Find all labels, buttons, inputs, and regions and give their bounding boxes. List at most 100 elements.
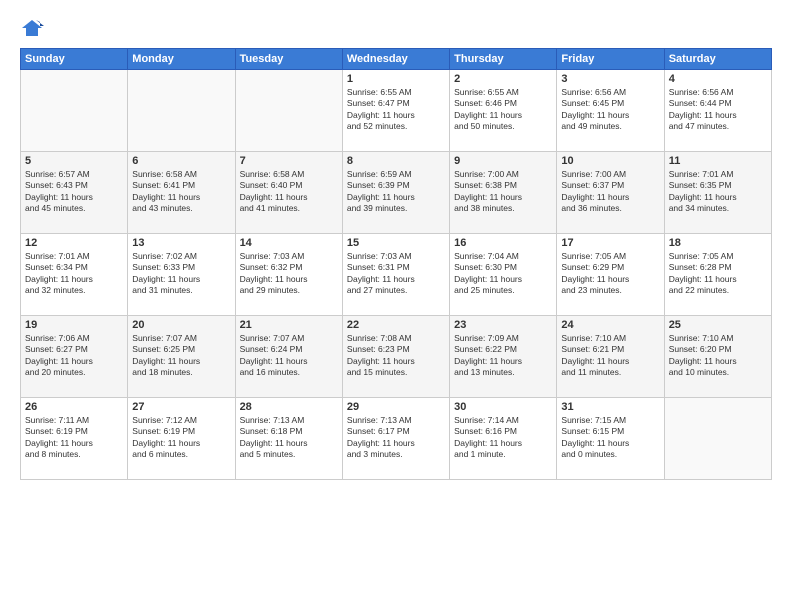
day-info: Sunrise: 7:14 AM Sunset: 6:16 PM Dayligh… <box>454 415 552 461</box>
calendar-cell: 15 Sunrise: 7:03 AM Sunset: 6:31 PM Dayli… <box>342 234 449 316</box>
day-number: 2 <box>454 73 552 85</box>
day-info: Sunrise: 7:01 AM Sunset: 6:34 PM Dayligh… <box>25 251 123 297</box>
calendar-cell: 24Sunrise: 7:10 AM Sunset: 6:21 PM Dayli… <box>557 316 664 398</box>
calendar-cell: 21 Sunrise: 7:07 AM Sunset: 6:24 PM Dayli… <box>235 316 342 398</box>
calendar-cell: 29Sunrise: 7:13 AM Sunset: 6:17 PM Dayli… <box>342 398 449 480</box>
day-number: 16 <box>454 237 552 249</box>
calendar-cell: 31 Sunrise: 7:15 AM Sunset: 6:15 PM Dayli… <box>557 398 664 480</box>
day-info: Sunrise: 7:13 AM Sunset: 6:18 PM Dayligh… <box>240 415 338 461</box>
day-info: Sunrise: 7:00 AM Sunset: 6:37 PM Dayligh… <box>561 169 659 215</box>
day-info: Sunrise: 7:05 AM Sunset: 6:28 PM Dayligh… <box>669 251 767 297</box>
day-number: 27 <box>132 401 230 413</box>
day-number: 4 <box>669 73 767 85</box>
day-number: 24 <box>561 319 659 331</box>
day-number: 17 <box>561 237 659 249</box>
calendar-cell: 20Sunrise: 7:07 AM Sunset: 6:25 PM Dayli… <box>128 316 235 398</box>
calendar-cell: 16 Sunrise: 7:04 AM Sunset: 6:30 PM Dayli… <box>450 234 557 316</box>
day-info: Sunrise: 7:09 AM Sunset: 6:22 PM Dayligh… <box>454 333 552 379</box>
day-number: 9 <box>454 155 552 167</box>
day-number: 22 <box>347 319 445 331</box>
calendar-cell: 17 Sunrise: 7:05 AM Sunset: 6:29 PM Dayli… <box>557 234 664 316</box>
calendar-cell: 22 Sunrise: 7:08 AM Sunset: 6:23 PM Dayli… <box>342 316 449 398</box>
day-number: 3 <box>561 73 659 85</box>
weekday-header-friday: Friday <box>557 49 664 70</box>
weekday-header-wednesday: Wednesday <box>342 49 449 70</box>
calendar-cell <box>128 70 235 152</box>
day-info: Sunrise: 6:58 AM Sunset: 6:40 PM Dayligh… <box>240 169 338 215</box>
calendar-cell: 10Sunrise: 7:00 AM Sunset: 6:37 PM Dayli… <box>557 152 664 234</box>
weekday-header-saturday: Saturday <box>664 49 771 70</box>
day-info: Sunrise: 7:08 AM Sunset: 6:23 PM Dayligh… <box>347 333 445 379</box>
day-info: Sunrise: 7:03 AM Sunset: 6:32 PM Dayligh… <box>240 251 338 297</box>
calendar-cell: 27 Sunrise: 7:12 AM Sunset: 6:19 PM Dayli… <box>128 398 235 480</box>
day-info: Sunrise: 6:57 AM Sunset: 6:43 PM Dayligh… <box>25 169 123 215</box>
calendar-cell: 5 Sunrise: 6:57 AM Sunset: 6:43 PM Daylig… <box>21 152 128 234</box>
day-number: 26 <box>25 401 123 413</box>
day-number: 1 <box>347 73 445 85</box>
weekday-header-sunday: Sunday <box>21 49 128 70</box>
day-info: Sunrise: 7:01 AM Sunset: 6:35 PM Dayligh… <box>669 169 767 215</box>
day-number: 20 <box>132 319 230 331</box>
weekday-header-monday: Monday <box>128 49 235 70</box>
day-number: 5 <box>25 155 123 167</box>
day-number: 19 <box>25 319 123 331</box>
calendar-cell: 30Sunrise: 7:14 AM Sunset: 6:16 PM Dayli… <box>450 398 557 480</box>
calendar-cell <box>21 70 128 152</box>
header <box>20 18 772 38</box>
day-info: Sunrise: 7:05 AM Sunset: 6:29 PM Dayligh… <box>561 251 659 297</box>
week-row-3: 12 Sunrise: 7:01 AM Sunset: 6:34 PM Dayli… <box>21 234 772 316</box>
day-number: 8 <box>347 155 445 167</box>
day-info: Sunrise: 7:06 AM Sunset: 6:27 PM Dayligh… <box>25 333 123 379</box>
calendar-cell: 11 Sunrise: 7:01 AM Sunset: 6:35 PM Dayli… <box>664 152 771 234</box>
weekday-header-thursday: Thursday <box>450 49 557 70</box>
weekday-header-row: SundayMondayTuesdayWednesdayThursdayFrid… <box>21 49 772 70</box>
day-number: 25 <box>669 319 767 331</box>
week-row-1: 1 Sunrise: 6:55 AM Sunset: 6:47 PM Daylig… <box>21 70 772 152</box>
day-info: Sunrise: 6:55 AM Sunset: 6:46 PM Dayligh… <box>454 87 552 133</box>
day-number: 21 <box>240 319 338 331</box>
day-info: Sunrise: 7:15 AM Sunset: 6:15 PM Dayligh… <box>561 415 659 461</box>
calendar-cell: 13Sunrise: 7:02 AM Sunset: 6:33 PM Dayli… <box>128 234 235 316</box>
calendar-table: SundayMondayTuesdayWednesdayThursdayFrid… <box>20 48 772 480</box>
calendar-cell: 26Sunrise: 7:11 AM Sunset: 6:19 PM Dayli… <box>21 398 128 480</box>
day-info: Sunrise: 7:12 AM Sunset: 6:19 PM Dayligh… <box>132 415 230 461</box>
day-info: Sunrise: 7:02 AM Sunset: 6:33 PM Dayligh… <box>132 251 230 297</box>
day-info: Sunrise: 6:55 AM Sunset: 6:47 PM Dayligh… <box>347 87 445 133</box>
day-info: Sunrise: 7:04 AM Sunset: 6:30 PM Dayligh… <box>454 251 552 297</box>
calendar-cell: 4 Sunrise: 6:56 AM Sunset: 6:44 PM Daylig… <box>664 70 771 152</box>
day-info: Sunrise: 6:58 AM Sunset: 6:41 PM Dayligh… <box>132 169 230 215</box>
day-number: 11 <box>669 155 767 167</box>
day-number: 31 <box>561 401 659 413</box>
day-info: Sunrise: 7:07 AM Sunset: 6:24 PM Dayligh… <box>240 333 338 379</box>
day-info: Sunrise: 7:00 AM Sunset: 6:38 PM Dayligh… <box>454 169 552 215</box>
day-number: 14 <box>240 237 338 249</box>
day-info: Sunrise: 7:13 AM Sunset: 6:17 PM Dayligh… <box>347 415 445 461</box>
calendar-cell: 28Sunrise: 7:13 AM Sunset: 6:18 PM Dayli… <box>235 398 342 480</box>
day-info: Sunrise: 6:56 AM Sunset: 6:45 PM Dayligh… <box>561 87 659 133</box>
day-info: Sunrise: 7:03 AM Sunset: 6:31 PM Dayligh… <box>347 251 445 297</box>
week-row-2: 5 Sunrise: 6:57 AM Sunset: 6:43 PM Daylig… <box>21 152 772 234</box>
day-number: 12 <box>25 237 123 249</box>
day-number: 23 <box>454 319 552 331</box>
calendar-page: SundayMondayTuesdayWednesdayThursdayFrid… <box>0 0 792 612</box>
week-row-4: 19 Sunrise: 7:06 AM Sunset: 6:27 PM Dayli… <box>21 316 772 398</box>
calendar-cell: 3 Sunrise: 6:56 AM Sunset: 6:45 PM Daylig… <box>557 70 664 152</box>
calendar-cell: 6Sunrise: 6:58 AM Sunset: 6:41 PM Daylig… <box>128 152 235 234</box>
calendar-cell <box>664 398 771 480</box>
day-number: 15 <box>347 237 445 249</box>
day-number: 18 <box>669 237 767 249</box>
logo-icon <box>20 18 44 38</box>
calendar-cell: 1 Sunrise: 6:55 AM Sunset: 6:47 PM Daylig… <box>342 70 449 152</box>
calendar-cell <box>235 70 342 152</box>
calendar-cell: 14 Sunrise: 7:03 AM Sunset: 6:32 PM Dayli… <box>235 234 342 316</box>
calendar-cell: 23 Sunrise: 7:09 AM Sunset: 6:22 PM Dayli… <box>450 316 557 398</box>
calendar-cell: 25 Sunrise: 7:10 AM Sunset: 6:20 PM Dayli… <box>664 316 771 398</box>
day-info: Sunrise: 6:56 AM Sunset: 6:44 PM Dayligh… <box>669 87 767 133</box>
calendar-cell: 18 Sunrise: 7:05 AM Sunset: 6:28 PM Dayli… <box>664 234 771 316</box>
day-info: Sunrise: 6:59 AM Sunset: 6:39 PM Dayligh… <box>347 169 445 215</box>
calendar-cell: 12 Sunrise: 7:01 AM Sunset: 6:34 PM Dayli… <box>21 234 128 316</box>
day-info: Sunrise: 7:10 AM Sunset: 6:20 PM Dayligh… <box>669 333 767 379</box>
day-number: 7 <box>240 155 338 167</box>
logo <box>20 18 46 38</box>
calendar-cell: 7 Sunrise: 6:58 AM Sunset: 6:40 PM Daylig… <box>235 152 342 234</box>
